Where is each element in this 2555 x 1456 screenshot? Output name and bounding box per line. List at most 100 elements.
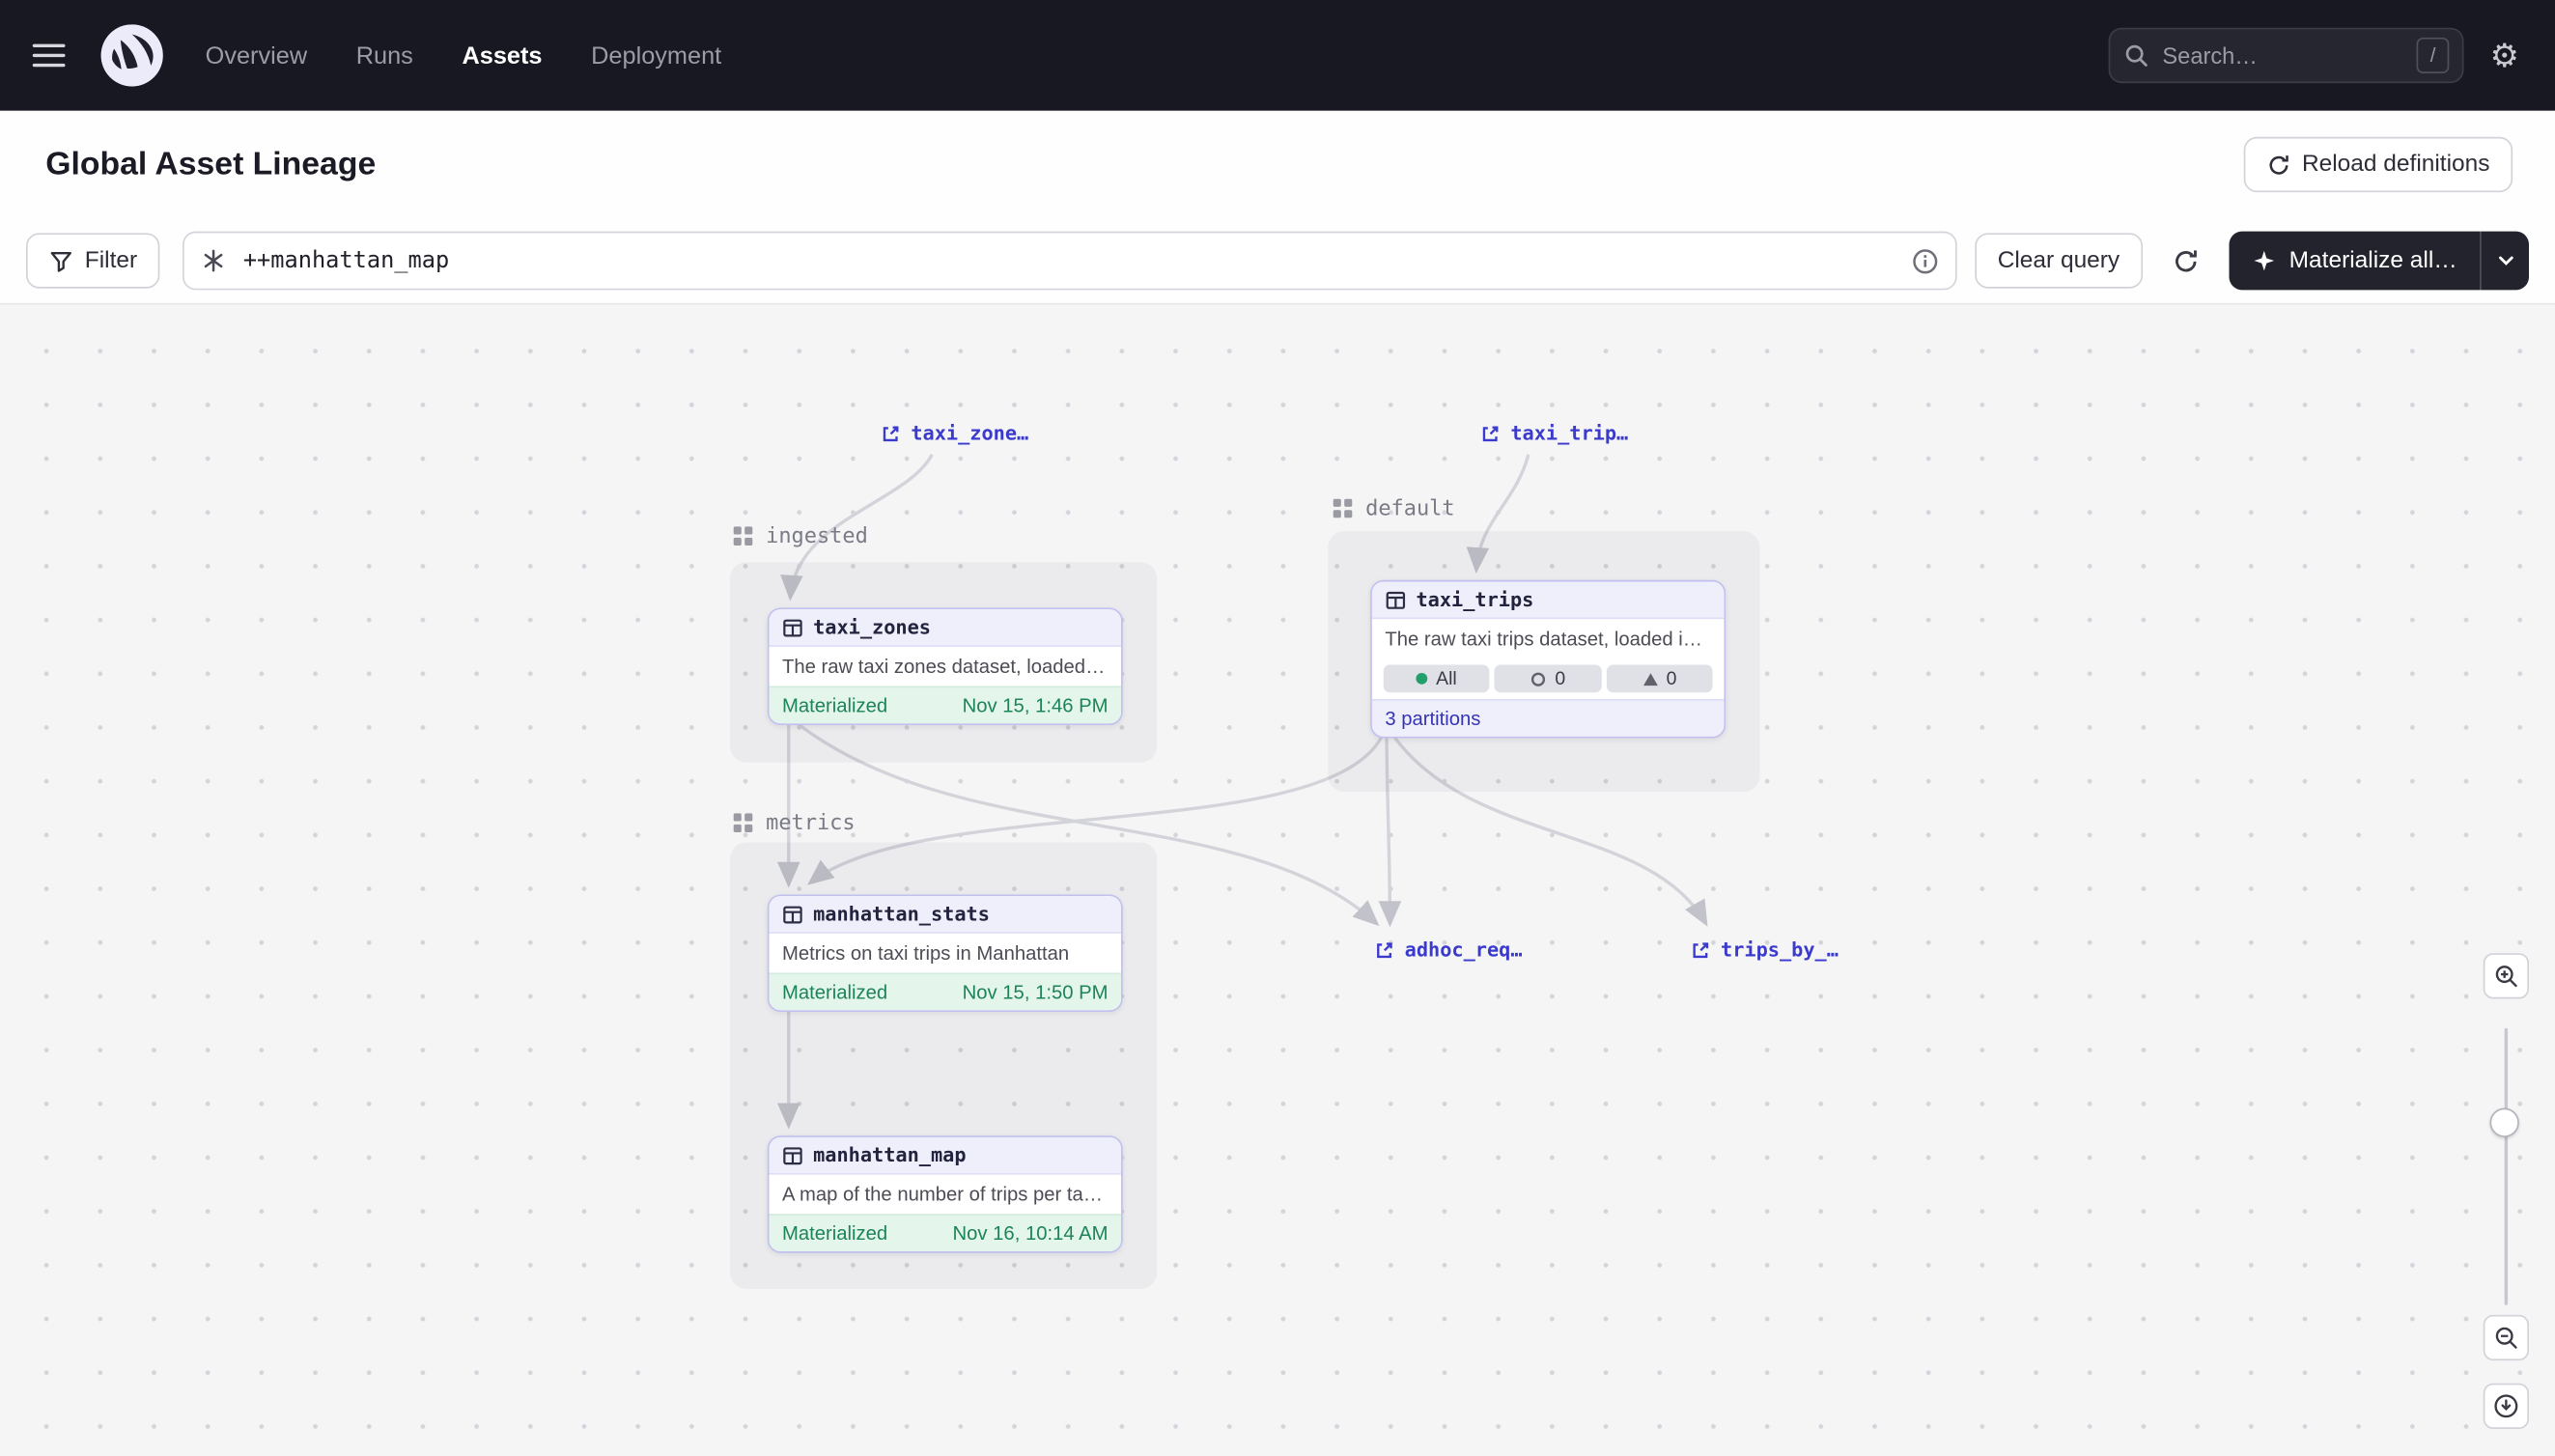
external-link-icon <box>1479 423 1501 444</box>
external-link-icon <box>880 423 901 444</box>
settings-gear-icon[interactable]: ⚙ <box>2486 36 2522 75</box>
group-label-default[interactable]: default <box>1332 493 1455 522</box>
partition-segment-missing[interactable]: 0 <box>1495 665 1601 693</box>
refresh-graph-button[interactable] <box>2165 240 2205 281</box>
external-node-taxi-zone[interactable]: taxi_zone… <box>880 422 1028 445</box>
filter-funnel-icon <box>49 248 73 272</box>
group-name: ingested <box>766 524 868 548</box>
external-node-trips-by[interactable]: trips_by_… <box>1690 938 1839 962</box>
materialize-split-button: Materialize all… <box>2229 232 2529 291</box>
top-nav: Overview Runs Assets Deployment / ⚙ <box>0 0 2555 111</box>
asset-node-taxi-zones[interactable]: taxi_zones The raw taxi zones dataset, l… <box>768 607 1123 725</box>
group-label-ingested[interactable]: ingested <box>732 521 868 550</box>
asset-description: Metrics on taxi trips in Manhattan <box>770 934 1122 973</box>
materialization-timestamp: Nov 16, 10:14 AM <box>953 1222 1109 1246</box>
partition-health-bar: All 0 0 <box>1372 658 1725 699</box>
asset-status-row: Materialized Nov 15, 1:50 PM <box>770 972 1122 1010</box>
materialize-all-label: Materialize all… <box>2289 248 2457 274</box>
asset-header: manhattan_stats <box>770 896 1122 934</box>
reload-definitions-label: Reload definitions <box>2302 152 2490 178</box>
recenter-view-button[interactable] <box>2484 1384 2529 1429</box>
search-input[interactable] <box>2159 41 2407 70</box>
refresh-icon <box>2266 153 2290 177</box>
zoom-out-icon <box>2493 1325 2519 1351</box>
app-window: Overview Runs Assets Deployment / ⚙ Glob… <box>0 0 2555 1456</box>
zoom-slider-handle[interactable] <box>2490 1108 2519 1137</box>
materialize-all-button[interactable]: Materialize all… <box>2229 232 2480 291</box>
global-search[interactable]: / <box>2109 28 2464 83</box>
zoom-slider-track <box>2505 1028 2508 1305</box>
asset-header: taxi_zones <box>770 609 1122 647</box>
asset-node-manhattan-stats[interactable]: manhattan_stats Metrics on taxi trips in… <box>768 894 1123 1012</box>
asset-status-row: Materialized Nov 15, 1:46 PM <box>770 686 1122 723</box>
asset-description: The raw taxi trips dataset, loaded into … <box>1372 619 1725 658</box>
partition-segment-materialized[interactable]: All <box>1384 665 1490 693</box>
table-icon <box>1385 589 1406 610</box>
asset-header: taxi_trips <box>1372 581 1725 619</box>
group-grid-icon <box>732 811 755 834</box>
materialize-options-button[interactable] <box>2480 232 2529 291</box>
asset-selection-input[interactable] <box>239 246 1897 275</box>
external-node-label: trips_by_… <box>1721 938 1839 962</box>
recenter-icon <box>2493 1393 2519 1419</box>
asset-name: manhattan_map <box>813 1144 966 1167</box>
external-node-label: taxi_trip… <box>1510 422 1628 445</box>
external-node-taxi-trip[interactable]: taxi_trip… <box>1479 422 1628 445</box>
chevron-down-icon <box>2495 251 2514 270</box>
reload-definitions-button[interactable]: Reload definitions <box>2243 137 2513 192</box>
nav-runs[interactable]: Runs <box>356 42 413 70</box>
group-grid-icon <box>732 524 755 547</box>
partition-all-label: All <box>1436 669 1457 688</box>
partition-failed-count: 0 <box>1667 669 1677 688</box>
status-badge: Materialized <box>782 981 887 1004</box>
materialization-timestamp: Nov 15, 1:46 PM <box>963 694 1109 717</box>
group-name: metrics <box>766 811 855 835</box>
asset-selection-input-wrapper <box>182 232 1956 291</box>
green-dot-icon <box>1417 673 1428 685</box>
partitions-summary[interactable]: 3 partitions <box>1372 699 1725 737</box>
filter-button[interactable]: Filter <box>26 233 160 288</box>
table-icon <box>782 904 803 925</box>
refresh-icon <box>2172 247 2200 275</box>
dagster-logo-icon[interactable] <box>101 24 163 86</box>
asset-description: The raw taxi zones dataset, loaded int… <box>770 647 1122 686</box>
external-link-icon <box>1374 939 1395 961</box>
zoom-out-button[interactable] <box>2484 1315 2529 1360</box>
filter-label: Filter <box>85 248 137 274</box>
sparkle-icon <box>2252 248 2276 272</box>
search-icon <box>2123 42 2149 69</box>
partition-segment-failed[interactable]: 0 <box>1606 665 1712 693</box>
zoom-in-button[interactable] <box>2484 953 2529 998</box>
nav-deployment[interactable]: Deployment <box>591 42 721 70</box>
asset-header: manhattan_map <box>770 1137 1122 1175</box>
asset-status-row: Materialized Nov 16, 10:14 AM <box>770 1214 1122 1251</box>
asset-description: A map of the number of trips per taxi z… <box>770 1175 1122 1215</box>
menu-icon[interactable] <box>33 34 75 76</box>
group-label-metrics[interactable]: metrics <box>732 808 856 837</box>
group-name: default <box>1365 496 1454 520</box>
search-shortcut-hint: / <box>2417 38 2450 73</box>
clear-query-button[interactable]: Clear query <box>1975 233 2143 288</box>
nav-assets[interactable]: Assets <box>462 42 542 70</box>
asset-name: manhattan_stats <box>813 903 990 926</box>
partition-missing-count: 0 <box>1555 669 1565 688</box>
table-icon <box>782 617 803 638</box>
logo-swirl <box>101 24 163 86</box>
nav-overview[interactable]: Overview <box>206 42 307 70</box>
warning-triangle-icon <box>1642 670 1658 686</box>
lineage-toolbar: Filter Clear query <box>0 218 2555 303</box>
lineage-edges <box>0 305 2555 1456</box>
lineage-canvas[interactable]: ingested default metrics taxi_zone… <box>0 303 2555 1456</box>
page-title: Global Asset Lineage <box>45 146 376 183</box>
asset-node-taxi-trips[interactable]: taxi_trips The raw taxi trips dataset, l… <box>1370 580 1726 739</box>
group-grid-icon <box>1332 497 1355 520</box>
info-icon[interactable] <box>1911 247 1939 275</box>
asset-name: taxi_trips <box>1416 588 1533 611</box>
table-icon <box>782 1144 803 1165</box>
asset-node-manhattan-map[interactable]: manhattan_map A map of the number of tri… <box>768 1135 1123 1253</box>
page-header: Global Asset Lineage Reload definitions <box>0 111 2555 218</box>
external-node-adhoc-request[interactable]: adhoc_req… <box>1374 938 1523 962</box>
clear-query-label: Clear query <box>1998 248 2120 274</box>
circle-outline-icon <box>1530 670 1547 686</box>
external-node-label: taxi_zone… <box>911 422 1028 445</box>
